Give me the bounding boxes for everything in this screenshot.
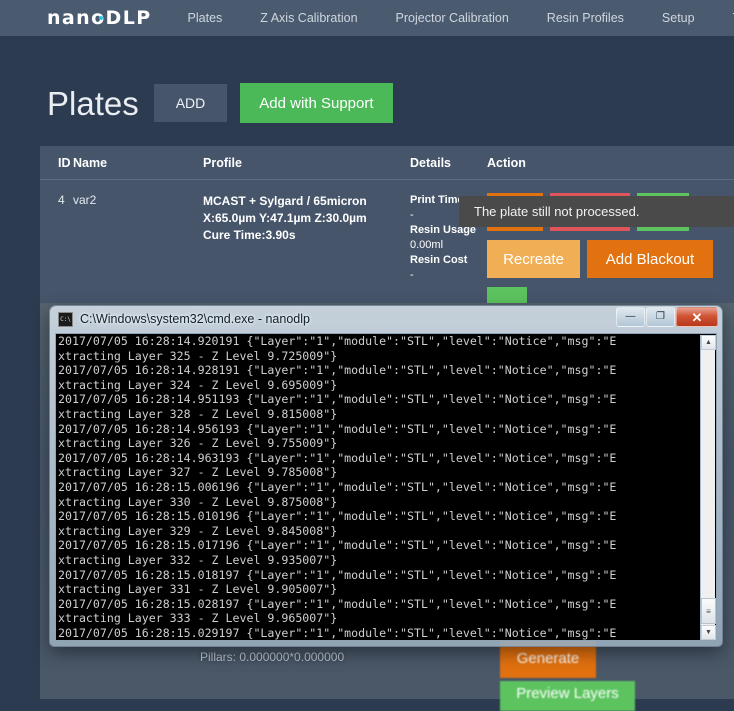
console-line: xtracting Layer 334 - Z Level 9.995007"}	[58, 640, 698, 641]
scrollbar-thumb[interactable]: ≡	[701, 598, 716, 624]
profile-dimensions: X:65.0µm Y:47.1µm Z:30.0µm	[203, 211, 367, 225]
console-line: xtracting Layer 328 - Z Level 9.815008"}	[58, 406, 338, 421]
nav-item-resin-profiles[interactable]: Resin Profiles	[547, 11, 624, 25]
console-line: xtracting Layer 329 - Z Level 9.845008"}	[58, 523, 338, 538]
add-button[interactable]: ADD	[153, 84, 228, 122]
console-line: 2017/07/05 16:28:14.928191 {"Layer":"1",…	[58, 363, 617, 378]
preview-layers-button[interactable]: Preview Layers	[500, 681, 635, 711]
maximize-button[interactable]: ❐	[646, 307, 675, 327]
status-message: The plate still not processed.	[459, 196, 734, 227]
console-line: xtracting Layer 330 - Z Level 9.875008"}	[58, 494, 338, 509]
page-title: Plates	[47, 84, 139, 122]
console-line: 2017/07/05 16:28:14.963193 {"Layer":"1",…	[58, 450, 617, 465]
console-text: 2017/07/05 16:28:14.920191 {"Layer":"1",…	[58, 334, 698, 641]
recreate-button[interactable]: Recreate	[487, 240, 580, 278]
console-line: 2017/07/05 16:28:14.920191 {"Layer":"1",…	[58, 334, 617, 348]
minimize-button[interactable]: —	[616, 307, 645, 327]
scroll-up-arrow-icon[interactable]: ▲	[701, 335, 716, 350]
console-line: 2017/07/05 16:28:15.010196 {"Layer":"1",…	[58, 509, 617, 524]
column-header-name: Name	[73, 156, 108, 170]
detail-value-resin-usage: 0.00ml	[410, 239, 444, 251]
add-blackout-button[interactable]: Add Blackout	[587, 240, 713, 278]
cmd-window[interactable]: C:\ C:\Windows\system32\cmd.exe - nanodl…	[50, 306, 722, 646]
close-button[interactable]: ✕	[676, 307, 718, 327]
console-line: 2017/07/05 16:28:15.018197 {"Layer":"1",…	[58, 567, 617, 582]
cmd-window-title: C:\Windows\system32\cmd.exe - nanodlp	[80, 312, 310, 326]
maximize-icon: ❐	[656, 311, 665, 322]
detail-key-resin-cost: Resin Cost	[410, 254, 468, 266]
brand-logo[interactable]: nanoDLP	[47, 7, 152, 29]
console-line: 2017/07/05 16:28:14.956193 {"Layer":"1",…	[58, 421, 617, 436]
pillars-label: Pillars: 0.000000*0.000000	[200, 650, 345, 664]
profile-cure-time: Cure Time:3.90s	[203, 228, 296, 242]
cmd-console-icon: C:\	[58, 311, 73, 327]
console-line: xtracting Layer 332 - Z Level 9.935007"}	[58, 552, 338, 567]
console-scrollbar[interactable]: ▲ ≡ ▼	[700, 335, 716, 640]
console-line: xtracting Layer 327 - Z Level 9.785008"}	[58, 465, 338, 480]
brand-dot-icon	[99, 16, 103, 20]
table-header-row: ID Name Profile Details Action	[40, 146, 734, 180]
console-line: 2017/07/05 16:28:15.006196 {"Layer":"1",…	[58, 479, 617, 494]
add-with-support-button[interactable]: Add with Support	[240, 83, 393, 123]
nav-items: Plates Z Axis Calibration Projector Cali…	[188, 11, 734, 25]
column-header-id: ID	[58, 156, 71, 170]
console-line: xtracting Layer 326 - Z Level 9.755009"}	[58, 436, 338, 451]
column-header-action: Action	[487, 156, 526, 170]
nav-item-z-axis-calibration[interactable]: Z Axis Calibration	[260, 11, 357, 25]
profile-name: MCAST + Sylgard / 65micron	[203, 194, 367, 208]
column-header-profile: Profile	[203, 156, 242, 170]
console-line: xtracting Layer 333 - Z Level 9.965007"}	[58, 611, 338, 626]
nav-item-projector-calibration[interactable]: Projector Calibration	[396, 11, 509, 25]
nav-item-setup[interactable]: Setup	[662, 11, 695, 25]
console-line: 2017/07/05 16:28:15.028197 {"Layer":"1",…	[58, 596, 617, 611]
console-line: xtracting Layer 331 - Z Level 9.905007"}	[58, 582, 338, 597]
close-icon: ✕	[691, 309, 703, 325]
minimize-icon: —	[625, 311, 636, 322]
console-line: 2017/07/05 16:28:15.029197 {"Layer":"1",…	[58, 625, 617, 640]
console-line: xtracting Layer 325 - Z Level 9.725009"}	[58, 348, 338, 363]
scroll-down-arrow-icon[interactable]: ▼	[701, 625, 716, 640]
top-navbar: nanoDLP Plates Z Axis Calibration Projec…	[0, 0, 734, 37]
page-title-row: Plates ADD Add with Support	[47, 83, 393, 123]
window-controls: — ❐ ✕	[615, 307, 718, 327]
console-line: 2017/07/05 16:28:14.951193 {"Layer":"1",…	[58, 392, 617, 407]
cmd-title-bar[interactable]: C:\ C:\Windows\system32\cmd.exe - nanodl…	[50, 306, 722, 332]
column-header-details: Details	[410, 156, 451, 170]
nav-item-plates[interactable]: Plates	[188, 11, 223, 25]
console-output[interactable]: 2017/07/05 16:28:14.920191 {"Layer":"1",…	[55, 333, 717, 641]
console-line: 2017/07/05 16:28:15.017196 {"Layer":"1",…	[58, 538, 617, 553]
console-line: xtracting Layer 324 - Z Level 9.695009"}	[58, 377, 338, 392]
detail-value-resin-cost: -	[410, 269, 414, 281]
